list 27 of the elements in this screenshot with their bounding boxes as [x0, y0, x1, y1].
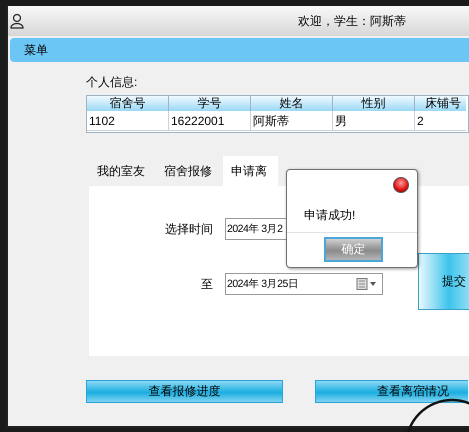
table-cell: 1102 — [87, 111, 169, 131]
field-label: 选择时间 — [164, 220, 213, 238]
action-button[interactable]: 查看离宿情况 — [315, 380, 468, 403]
user-icon — [10, 13, 24, 29]
calendar-dropdown-icon[interactable] — [356, 278, 378, 290]
section-label: 个人信息: — [86, 75, 138, 90]
tab[interactable]: 宿舍报修 — [156, 156, 223, 186]
table-cell: 16222001 — [169, 111, 251, 131]
table-cell: 2 — [415, 111, 466, 131]
tab[interactable]: 申请离 — [223, 156, 278, 186]
column-header: 性别 — [333, 96, 415, 111]
close-icon[interactable] — [393, 177, 409, 193]
table-cell: 阿斯蒂 — [251, 111, 333, 131]
menu-label[interactable]: 菜单 — [24, 42, 48, 58]
window-title: 欢迎，学生：阿斯蒂 — [298, 12, 406, 30]
dialog-message: 申请成功! — [304, 207, 356, 224]
column-header: 宿舍号 — [87, 96, 169, 111]
tab[interactable]: 我的室友 — [89, 156, 156, 186]
date-field[interactable]: 2024年 3月25日 — [225, 273, 383, 295]
table-cell: 男 — [333, 111, 415, 131]
column-header: 床铺号 — [415, 96, 466, 111]
submit-button[interactable]: 提交 — [418, 253, 469, 310]
column-header: 学号 — [169, 96, 251, 111]
column-header: 姓名 — [251, 96, 333, 111]
field-label: 至 — [200, 276, 213, 292]
action-button[interactable]: 查看报修进度 — [86, 380, 283, 403]
circle-outline — [404, 398, 469, 432]
